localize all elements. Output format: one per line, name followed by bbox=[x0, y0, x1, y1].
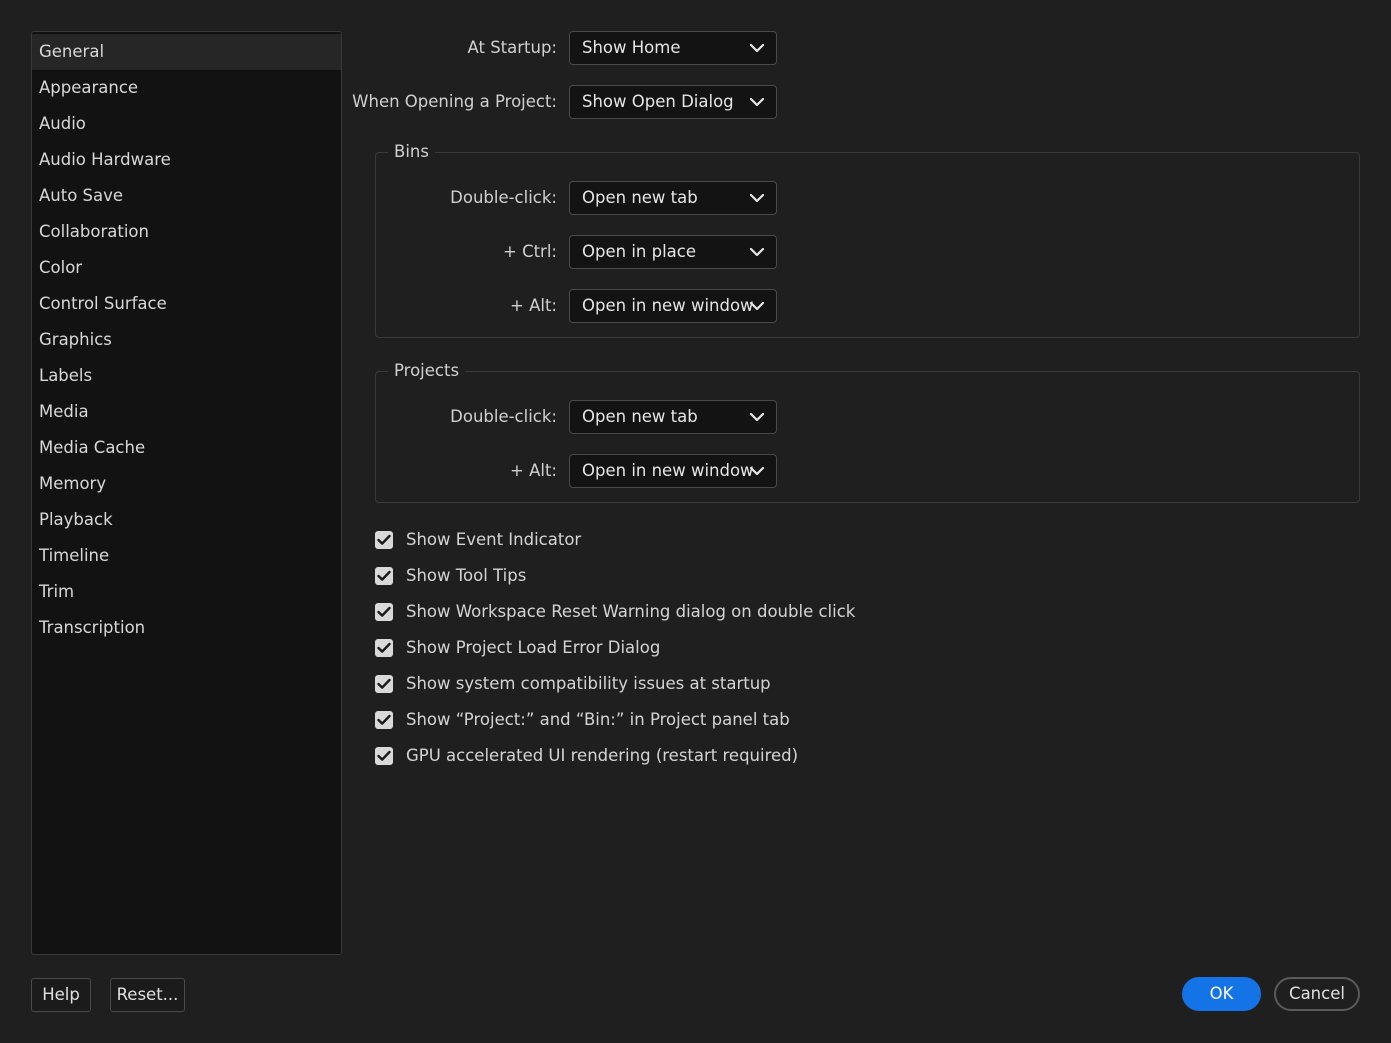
bins-group-title: Bins bbox=[388, 141, 435, 163]
sidebar-item-color[interactable]: Color bbox=[32, 250, 341, 286]
projects-double-click-select[interactable]: Open new tab bbox=[569, 400, 777, 434]
chevron-down-icon bbox=[749, 43, 765, 53]
at-startup-label: At Startup: bbox=[467, 38, 557, 57]
when-opening-value: Show Open Dialog bbox=[582, 92, 734, 111]
checkmark-icon bbox=[377, 606, 391, 617]
sidebar-item-control-surface[interactable]: Control Surface bbox=[32, 286, 341, 322]
show-compatibility-issues-label: Show system compatibility issues at star… bbox=[406, 674, 771, 693]
chevron-down-icon bbox=[749, 97, 765, 107]
at-startup-value: Show Home bbox=[582, 38, 681, 57]
chevron-down-icon bbox=[749, 412, 765, 422]
bins-double-click-value: Open new tab bbox=[582, 188, 698, 207]
chevron-down-icon bbox=[749, 301, 765, 311]
bins-alt-select[interactable]: Open in new window bbox=[569, 289, 777, 323]
sidebar-item-trim[interactable]: Trim bbox=[32, 574, 341, 610]
bins-double-click-select[interactable]: Open new tab bbox=[569, 181, 777, 215]
sidebar-item-general[interactable]: General bbox=[32, 34, 341, 70]
help-button[interactable]: Help bbox=[31, 978, 91, 1012]
checkmark-icon bbox=[377, 534, 391, 545]
at-startup-select[interactable]: Show Home bbox=[569, 31, 777, 65]
sidebar-item-media[interactable]: Media bbox=[32, 394, 341, 430]
sidebar-item-audio-hardware[interactable]: Audio Hardware bbox=[32, 142, 341, 178]
bins-ctrl-value: Open in place bbox=[582, 242, 696, 261]
bins-ctrl-select[interactable]: Open in place bbox=[569, 235, 777, 269]
sidebar-item-auto-save[interactable]: Auto Save bbox=[32, 178, 341, 214]
show-project-bin-in-tab-checkbox[interactable] bbox=[375, 711, 393, 729]
projects-double-click-value: Open new tab bbox=[582, 407, 698, 426]
sidebar-item-timeline[interactable]: Timeline bbox=[32, 538, 341, 574]
show-project-bin-in-tab-label: Show “Project:” and “Bin:” in Project pa… bbox=[406, 710, 790, 729]
show-workspace-reset-warning-label: Show Workspace Reset Warning dialog on d… bbox=[406, 602, 856, 621]
show-tool-tips-label: Show Tool Tips bbox=[406, 566, 527, 585]
when-opening-label: When Opening a Project: bbox=[352, 92, 557, 111]
show-event-indicator-checkbox[interactable] bbox=[375, 531, 393, 549]
bins-ctrl-label: + Ctrl: bbox=[503, 242, 557, 261]
show-event-indicator-label: Show Event Indicator bbox=[406, 530, 582, 549]
sidebar-item-graphics[interactable]: Graphics bbox=[32, 322, 341, 358]
reset-button[interactable]: Reset... bbox=[110, 978, 185, 1012]
sidebar-item-appearance[interactable]: Appearance bbox=[32, 70, 341, 106]
projects-alt-select[interactable]: Open in new window bbox=[569, 454, 777, 488]
bins-alt-label: + Alt: bbox=[510, 296, 557, 315]
sidebar-item-collaboration[interactable]: Collaboration bbox=[32, 214, 341, 250]
projects-double-click-label: Double-click: bbox=[450, 407, 557, 426]
projects-alt-label: + Alt: bbox=[510, 461, 557, 480]
sidebar-item-memory[interactable]: Memory bbox=[32, 466, 341, 502]
show-project-load-error-checkbox[interactable] bbox=[375, 639, 393, 657]
checkmark-icon bbox=[377, 750, 391, 761]
when-opening-select[interactable]: Show Open Dialog bbox=[569, 85, 777, 119]
sidebar-item-playback[interactable]: Playback bbox=[32, 502, 341, 538]
bins-double-click-label: Double-click: bbox=[450, 188, 557, 207]
cancel-button[interactable]: Cancel bbox=[1274, 977, 1360, 1011]
preferences-category-list: General Appearance Audio Audio Hardware … bbox=[31, 31, 342, 955]
show-workspace-reset-warning-checkbox[interactable] bbox=[375, 603, 393, 621]
projects-alt-value: Open in new window bbox=[582, 461, 754, 480]
bins-alt-value: Open in new window bbox=[582, 296, 754, 315]
sidebar-item-transcription[interactable]: Transcription bbox=[32, 610, 341, 646]
show-tool-tips-checkbox[interactable] bbox=[375, 567, 393, 585]
projects-group-title: Projects bbox=[388, 360, 466, 382]
gpu-accelerated-ui-checkbox[interactable] bbox=[375, 747, 393, 765]
ok-button[interactable]: OK bbox=[1182, 977, 1261, 1011]
show-compatibility-issues-checkbox[interactable] bbox=[375, 675, 393, 693]
sidebar-item-labels[interactable]: Labels bbox=[32, 358, 341, 394]
sidebar-item-audio[interactable]: Audio bbox=[32, 106, 341, 142]
sidebar-item-media-cache[interactable]: Media Cache bbox=[32, 430, 341, 466]
checkmark-icon bbox=[377, 642, 391, 653]
chevron-down-icon bbox=[749, 193, 765, 203]
checkmark-icon bbox=[377, 714, 391, 725]
show-project-load-error-label: Show Project Load Error Dialog bbox=[406, 638, 661, 657]
gpu-accelerated-ui-label: GPU accelerated UI rendering (restart re… bbox=[406, 746, 799, 765]
checkmark-icon bbox=[377, 678, 391, 689]
chevron-down-icon bbox=[749, 466, 765, 476]
chevron-down-icon bbox=[749, 247, 765, 257]
checkmark-icon bbox=[377, 570, 391, 581]
